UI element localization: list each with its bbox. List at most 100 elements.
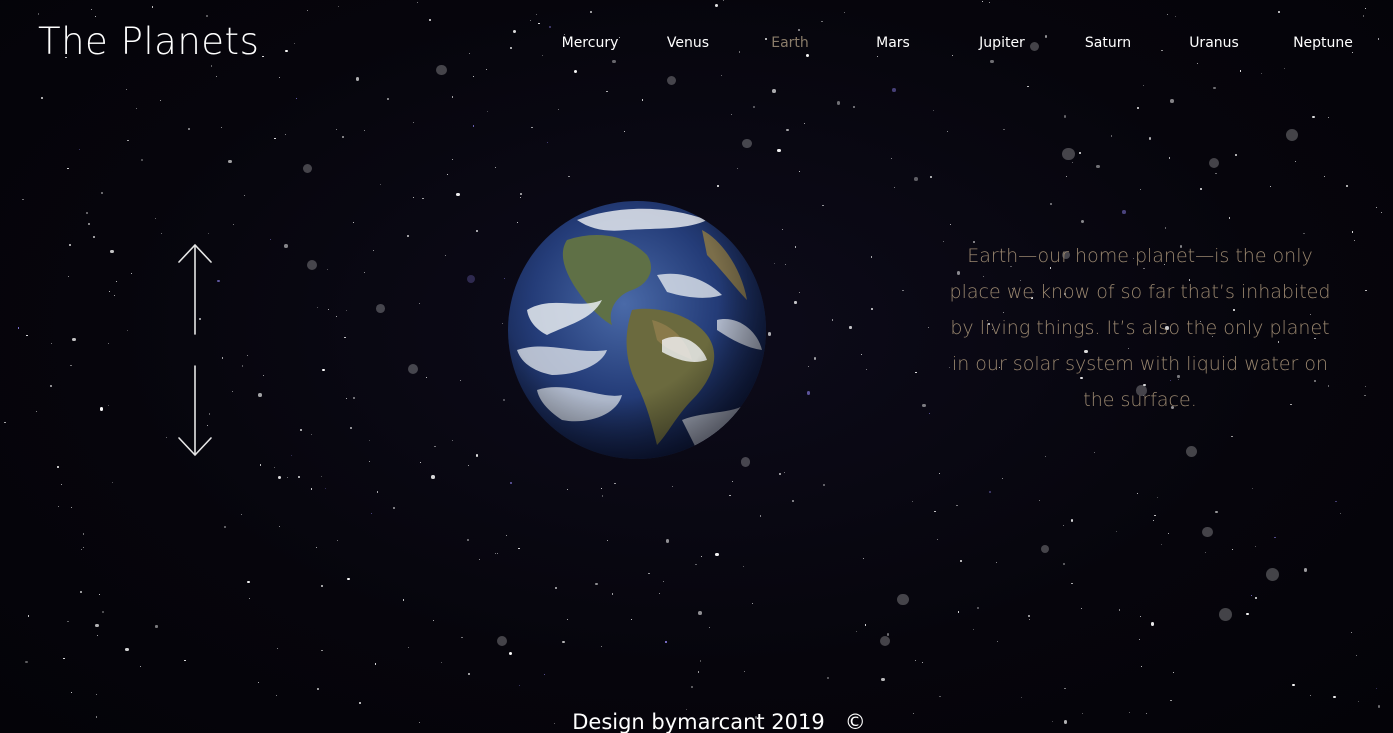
star bbox=[714, 3, 719, 8]
star bbox=[861, 353, 863, 356]
star bbox=[1139, 616, 1142, 618]
star bbox=[519, 197, 522, 199]
star bbox=[299, 428, 302, 431]
star bbox=[451, 159, 453, 161]
star bbox=[1110, 135, 1112, 137]
star bbox=[1246, 612, 1249, 616]
star bbox=[1029, 619, 1031, 621]
star bbox=[1122, 210, 1126, 214]
star bbox=[729, 494, 731, 496]
star bbox=[496, 552, 499, 555]
star bbox=[1028, 614, 1031, 618]
earth-image bbox=[507, 200, 767, 460]
star bbox=[307, 259, 318, 270]
nav-item-uranus[interactable]: Uranus bbox=[1189, 35, 1239, 51]
star bbox=[327, 268, 329, 270]
nav-item-mars[interactable]: Mars bbox=[876, 35, 910, 51]
star bbox=[165, 436, 167, 438]
star bbox=[240, 513, 243, 515]
star bbox=[1039, 500, 1041, 502]
star bbox=[772, 89, 776, 93]
star bbox=[546, 142, 548, 144]
star bbox=[505, 534, 508, 536]
star bbox=[606, 91, 608, 93]
star bbox=[307, 9, 309, 11]
star bbox=[822, 483, 826, 487]
nav-item-jupiter[interactable]: Jupiter bbox=[979, 35, 1025, 51]
star bbox=[486, 111, 489, 113]
arrow-down-icon[interactable] bbox=[175, 242, 215, 458]
star bbox=[476, 454, 479, 457]
star bbox=[1303, 568, 1308, 572]
star bbox=[914, 177, 918, 181]
star bbox=[1170, 699, 1172, 702]
star bbox=[1351, 631, 1353, 634]
star bbox=[352, 221, 354, 223]
star bbox=[778, 472, 781, 475]
star bbox=[751, 602, 753, 605]
star bbox=[258, 393, 262, 397]
star bbox=[379, 184, 381, 186]
star bbox=[1260, 72, 1262, 74]
star bbox=[364, 272, 366, 274]
star bbox=[589, 10, 593, 14]
star bbox=[393, 507, 396, 510]
star bbox=[375, 663, 377, 665]
star bbox=[921, 661, 923, 663]
star bbox=[406, 235, 409, 238]
star bbox=[232, 223, 235, 225]
star bbox=[277, 475, 282, 480]
star bbox=[402, 599, 405, 601]
star bbox=[1041, 545, 1050, 554]
star bbox=[855, 630, 857, 632]
nav-item-venus[interactable]: Venus bbox=[667, 35, 709, 51]
star bbox=[1365, 289, 1367, 291]
star bbox=[720, 74, 722, 77]
star bbox=[101, 610, 104, 613]
star bbox=[475, 229, 478, 233]
nav-item-saturn[interactable]: Saturn bbox=[1085, 35, 1131, 51]
star bbox=[886, 633, 889, 636]
star bbox=[614, 483, 616, 485]
star bbox=[1064, 687, 1066, 690]
star bbox=[140, 665, 142, 667]
star bbox=[1161, 544, 1163, 546]
star bbox=[467, 274, 476, 284]
star bbox=[753, 105, 756, 108]
star bbox=[939, 695, 941, 697]
star bbox=[1353, 240, 1356, 242]
star bbox=[989, 490, 992, 493]
star bbox=[344, 337, 346, 339]
nav-item-neptune[interactable]: Neptune bbox=[1293, 35, 1353, 51]
star bbox=[1266, 568, 1279, 582]
star bbox=[130, 273, 133, 275]
star bbox=[1335, 500, 1337, 503]
star bbox=[1309, 695, 1311, 697]
nav-item-earth[interactable]: Earth bbox=[771, 35, 809, 51]
star bbox=[349, 427, 352, 430]
star bbox=[472, 125, 475, 127]
star bbox=[731, 480, 734, 482]
star bbox=[284, 244, 288, 248]
star bbox=[554, 587, 557, 590]
nav-item-mercury[interactable]: Mercury bbox=[562, 35, 619, 51]
star bbox=[428, 18, 431, 21]
star bbox=[699, 660, 701, 662]
star bbox=[1254, 597, 1257, 600]
star bbox=[512, 29, 517, 34]
star bbox=[792, 500, 794, 502]
star bbox=[1363, 15, 1365, 17]
star bbox=[248, 597, 251, 599]
star bbox=[386, 97, 389, 100]
star bbox=[881, 677, 885, 682]
star bbox=[116, 281, 118, 283]
star bbox=[440, 661, 443, 663]
star bbox=[1150, 622, 1155, 626]
star bbox=[71, 691, 73, 694]
star bbox=[67, 275, 70, 277]
star bbox=[113, 295, 116, 297]
star bbox=[784, 263, 786, 266]
star bbox=[774, 262, 776, 265]
star bbox=[956, 504, 958, 506]
star bbox=[1269, 186, 1271, 188]
